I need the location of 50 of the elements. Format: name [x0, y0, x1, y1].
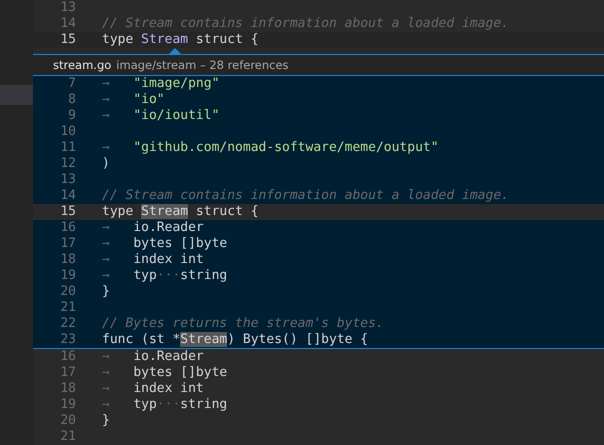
line-number: 15	[59, 204, 76, 220]
line-number: 23	[59, 332, 76, 348]
code-line: → bytes []byte	[102, 365, 228, 381]
code-line: → index int	[102, 252, 204, 268]
code-line: → io.Reader	[102, 220, 204, 236]
line-number: 11	[59, 140, 76, 156]
line-number: 18	[59, 381, 76, 397]
line-number: 21	[59, 300, 76, 316]
line-number: 14	[59, 16, 76, 32]
line-number: 20	[59, 413, 76, 429]
code-line: type Stream struct {	[102, 204, 259, 220]
line-number: 22	[59, 316, 76, 332]
code-line: // Stream contains information about a loaded image.	[102, 16, 509, 32]
line-number: 9	[67, 108, 76, 124]
code-line: → bytes []byte	[102, 236, 228, 252]
line-number: 21	[59, 429, 76, 445]
line-number: 10	[59, 124, 76, 140]
line-number: 14	[59, 188, 76, 204]
code-line: }	[102, 413, 110, 429]
code-line: → io.Reader	[102, 349, 204, 365]
code-line: → typ···string	[102, 397, 228, 413]
code-line: → "github.com/nomad-software/meme/output"	[102, 140, 439, 156]
code-line: // Bytes returns the stream's bytes.	[102, 316, 384, 332]
code-line: }	[102, 284, 110, 300]
line-number: 13	[59, 0, 76, 16]
line-number: 16	[59, 349, 76, 365]
line-number: 19	[59, 268, 76, 284]
line-number: 16	[59, 220, 76, 236]
line-number: 18	[59, 252, 76, 268]
code-line: → typ···string	[102, 268, 228, 284]
line-number: 20	[59, 284, 76, 300]
line-number: 19	[59, 397, 76, 413]
line-number: 13	[59, 172, 76, 188]
file-name[interactable]: stream.go	[53, 58, 112, 72]
code-line: type Stream struct {	[102, 32, 259, 48]
line-number: 17	[59, 365, 76, 381]
code-line: → "io"	[102, 92, 165, 108]
line-number: 12	[59, 156, 76, 172]
sidebar-highlight	[0, 85, 33, 105]
code-line: → "image/png"	[102, 76, 220, 92]
code-line: → "io/ioutil"	[102, 108, 220, 124]
line-number: 17	[59, 236, 76, 252]
code-line: → index int	[102, 381, 204, 397]
line-number: 15	[59, 32, 76, 48]
code-line: )	[102, 156, 110, 172]
line-number: 8	[67, 92, 76, 108]
code-line: func (st *Stream) Bytes() []byte {	[102, 332, 368, 348]
code-line: // Stream contains information about a loaded image.	[102, 188, 509, 204]
line-number: 7	[67, 76, 76, 92]
reference-detail: image/stream – 28 references	[116, 58, 289, 72]
